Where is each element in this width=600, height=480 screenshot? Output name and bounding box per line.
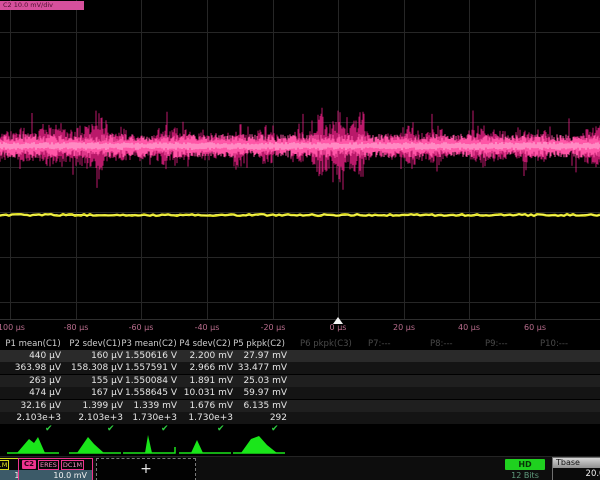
measure-cell: 1.730e+3 bbox=[121, 412, 177, 424]
measure-cell: 1.339 mV bbox=[121, 400, 177, 412]
measure-cell: 6.135 mV bbox=[231, 400, 287, 412]
measure-cell: 1.550084 V bbox=[121, 375, 177, 387]
measure-row-min: 263 µV 155 µV1.550084 V1.891 mV25.03 mV bbox=[0, 375, 600, 387]
time-tick-label: 60 µs bbox=[524, 323, 546, 332]
c2-vdiv-readout: 10.0 mV bbox=[19, 470, 92, 480]
measure-cell: 1.730e+3 bbox=[177, 412, 233, 424]
c2-descriptor-box[interactable]: C2 ERES DC1M 10.0 mV bbox=[18, 458, 93, 480]
measure-row-mean: 363.98 µV 158.308 µV1.557591 V2.966 mV33.… bbox=[0, 362, 600, 374]
measure-header[interactable]: P5 pkpk(C2) bbox=[231, 339, 287, 349]
timebase-title: Tbase bbox=[553, 458, 600, 468]
c2-trace-badge: C2 10.0 mV/div bbox=[0, 1, 84, 10]
measure-cell: 2.200 mV bbox=[177, 350, 233, 362]
histicon-p3 bbox=[121, 433, 177, 456]
measure-header-inactive[interactable]: P6 pkpk(C3) bbox=[300, 339, 360, 349]
measurement-table: P1 mean(C1) P2 sdev(C1)P3 mean(C2)P4 sdev… bbox=[0, 337, 600, 433]
measure-cell: 59.97 mV bbox=[231, 387, 287, 399]
time-axis: -100 µs -80 µs -60 µs -40 µs -20 µs 0 µs 20 µs… bbox=[0, 320, 600, 336]
measure-cell: 2.966 mV bbox=[177, 362, 233, 374]
measure-header-inactive[interactable]: P10:--- bbox=[540, 339, 600, 349]
measure-cell: 155 µV bbox=[67, 375, 123, 387]
measure-header[interactable]: P1 mean(C1) bbox=[5, 339, 61, 349]
c2-channel-badge: C2 bbox=[22, 460, 36, 469]
measure-cell: 474 µV bbox=[5, 387, 61, 399]
measure-header[interactable]: P4 sdev(C2) bbox=[177, 339, 233, 349]
measure-cell: 160 µV bbox=[67, 350, 123, 362]
histicon-p1 bbox=[5, 433, 61, 456]
measure-cell: 1.550616 V bbox=[121, 350, 177, 362]
measure-row-num: 2.103e+32.103e+31.730e+31.730e+3292 bbox=[0, 412, 600, 424]
time-tick-label: 20 µs bbox=[393, 323, 415, 332]
histicon-strip bbox=[0, 433, 600, 456]
time-tick-label: -20 µs bbox=[261, 323, 286, 332]
measure-cell: 1.676 mV bbox=[177, 400, 233, 412]
time-tick-label: -60 µs bbox=[129, 323, 154, 332]
measure-cell: 292 bbox=[231, 412, 287, 424]
measure-row-sdev: 32.16 µV 1.399 µV1.339 mV1.676 mV6.135 mV bbox=[0, 400, 600, 412]
histicon-p2 bbox=[67, 433, 123, 456]
descriptor-bar: C1 DC1M 10.0 mV C2 ERES DC1M 10.0 mV + H… bbox=[0, 456, 600, 480]
c2-eres-flag: ERES bbox=[38, 460, 59, 470]
measure-row-value: 440 µV 160 µV1.550616 V2.200 mV27.97 mV bbox=[0, 350, 600, 362]
measure-cell: 33.477 mV bbox=[231, 362, 287, 374]
time-tick-label: -40 µs bbox=[195, 323, 220, 332]
measure-cell: 363.98 µV bbox=[5, 362, 61, 374]
histicon-p4 bbox=[177, 433, 233, 456]
adc-bits-label: 12 Bits bbox=[505, 471, 545, 480]
time-tick-label: -100 µs bbox=[0, 323, 25, 332]
measure-cell: 25.03 mV bbox=[231, 375, 287, 387]
measure-cell: 2.103e+3 bbox=[67, 412, 123, 424]
measure-cell: 263 µV bbox=[5, 375, 61, 387]
measure-header[interactable]: P3 mean(C2) bbox=[121, 339, 177, 349]
measure-cell: 440 µV bbox=[5, 350, 61, 362]
measure-cell: 27.97 mV bbox=[231, 350, 287, 362]
measure-header[interactable]: P2 sdev(C1) bbox=[67, 339, 123, 349]
time-tick-label: 0 µs bbox=[330, 323, 347, 332]
timebase-value: 20.0 µs bbox=[553, 468, 600, 480]
measure-cell: 1.399 µV bbox=[67, 400, 123, 412]
hd-mode-badge[interactable]: HD bbox=[505, 459, 545, 470]
measure-cell: 32.16 µV bbox=[5, 400, 61, 412]
time-tick-label: 40 µs bbox=[458, 323, 480, 332]
time-tick-label: -80 µs bbox=[64, 323, 89, 332]
measure-cell: 1.558645 V bbox=[121, 387, 177, 399]
measure-cell: 1.557591 V bbox=[121, 362, 177, 374]
add-trace-button[interactable]: + bbox=[96, 458, 196, 480]
measure-row-max: 474 µV 167 µV1.558645 V10.031 mV59.97 mV bbox=[0, 387, 600, 399]
measure-cell: 158.308 µV bbox=[67, 362, 123, 374]
waveform-canvas bbox=[0, 0, 600, 319]
measure-cell: 2.103e+3 bbox=[5, 412, 61, 424]
measure-header-inactive[interactable]: P7:--- bbox=[368, 339, 428, 349]
measure-header-inactive[interactable]: P8:--- bbox=[430, 339, 490, 349]
waveform-grid: C2 10.0 mV/div bbox=[0, 0, 600, 320]
c2-coupling-flag: DC1M bbox=[61, 460, 84, 470]
measure-cell: 10.031 mV bbox=[177, 387, 233, 399]
c1-coupling-flag: DC1M bbox=[0, 460, 9, 470]
trigger-position-marker[interactable] bbox=[333, 317, 343, 324]
measure-cell: 167 µV bbox=[67, 387, 123, 399]
timebase-box[interactable]: Tbase 20.0 µs bbox=[552, 457, 600, 480]
measure-header-inactive[interactable]: P9:--- bbox=[485, 339, 545, 349]
histicon-p5 bbox=[231, 433, 287, 456]
measure-cell: 1.891 mV bbox=[177, 375, 233, 387]
oscilloscope-screen: C2 10.0 mV/div -100 µs -80 µs -60 µs -40 µs… bbox=[0, 0, 600, 480]
